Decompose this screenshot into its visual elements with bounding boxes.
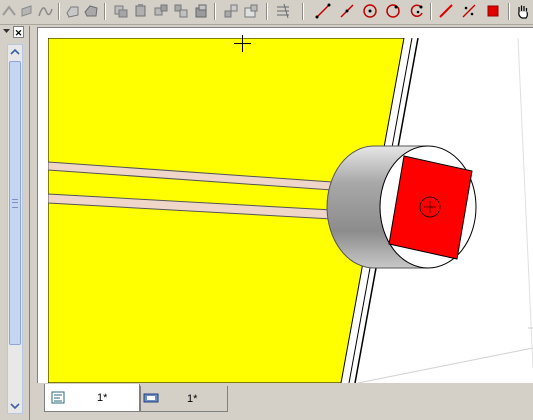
circle-center-icon[interactable] (361, 2, 379, 20)
tab-assembly-document[interactable]: 1* (140, 386, 228, 412)
document-tabs: 1* 1* (44, 384, 533, 414)
crosshair-cursor-icon (234, 35, 251, 52)
measure-point-icon[interactable] (0, 2, 18, 20)
layers-icon[interactable] (222, 2, 240, 20)
3d-viewport[interactable] (48, 38, 533, 383)
line-icon[interactable] (314, 2, 332, 20)
duplicate-icon[interactable] (172, 2, 190, 20)
red-line-icon[interactable] (437, 2, 455, 20)
paste-icon[interactable] (132, 2, 150, 20)
polyline-icon[interactable] (338, 2, 356, 20)
circle-arc-icon[interactable] (408, 2, 426, 20)
main-toolbar (0, 0, 533, 25)
surface-icon[interactable] (82, 2, 100, 20)
properties-icon[interactable] (242, 2, 260, 20)
tab-label: 1* (187, 393, 198, 405)
scroll-up-icon[interactable] (8, 45, 22, 59)
tab-part-document[interactable]: 1* (44, 384, 140, 412)
toolbar-separator (430, 3, 432, 20)
red-square-icon[interactable] (484, 2, 502, 20)
part-icon (51, 390, 65, 407)
pan-hand-icon[interactable] (514, 2, 532, 20)
toolbar-separator (58, 3, 60, 20)
dimension-icon[interactable] (460, 2, 478, 20)
circle-point-icon[interactable] (384, 2, 402, 20)
toolbar-separator (214, 3, 216, 20)
toolbar-separator (266, 3, 268, 20)
panel-divider (29, 26, 30, 420)
scroll-thumb[interactable] (9, 61, 21, 345)
group-icon[interactable] (192, 2, 210, 20)
panel-header: ✕ (0, 26, 26, 40)
curve-icon[interactable] (36, 2, 54, 20)
close-panel-icon[interactable]: ✕ (13, 26, 24, 38)
toolbar-separator (508, 3, 510, 20)
panel-dropdown-icon[interactable] (1, 26, 12, 38)
toolbar-separator (104, 3, 106, 20)
solid-icon[interactable] (64, 2, 82, 20)
assembly-icon (143, 391, 159, 408)
toolbar-separator (302, 3, 304, 20)
tab-label: 1* (97, 392, 108, 404)
panel-scrollbar[interactable] (7, 44, 23, 414)
red-face[interactable] (388, 155, 473, 260)
measure-edge-icon[interactable] (18, 2, 36, 20)
scroll-down-icon[interactable] (8, 399, 22, 413)
move-icon[interactable] (152, 2, 170, 20)
dimension-tools-icon[interactable] (274, 2, 292, 20)
copy-icon[interactable] (112, 2, 130, 20)
